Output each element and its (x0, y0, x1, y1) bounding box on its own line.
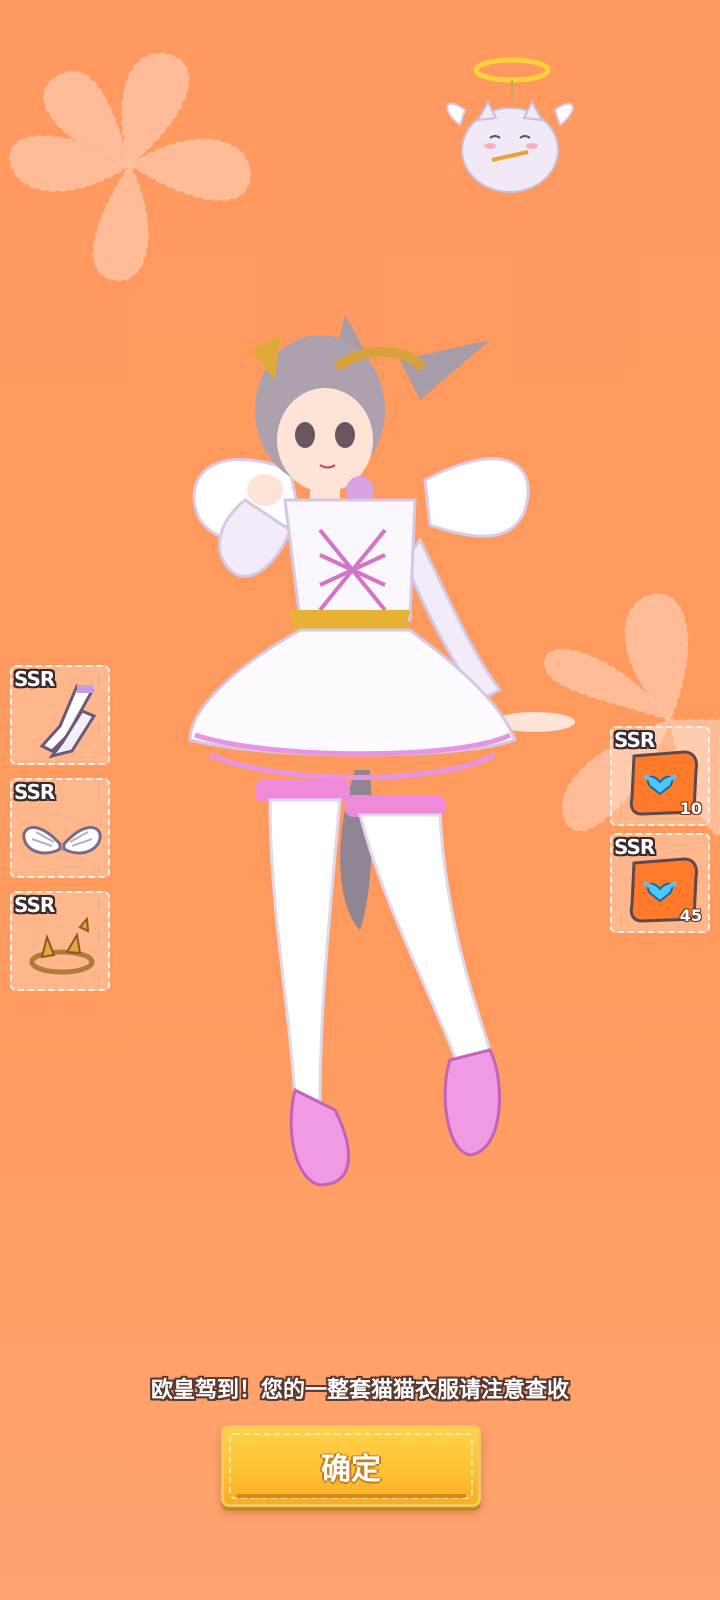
item-card-wings[interactable]: SSR (10, 778, 110, 878)
item-card-laurel[interactable]: SSR (10, 891, 110, 991)
item-count: 45 (679, 906, 702, 925)
confirm-button-label: 确定 (321, 1452, 381, 1487)
item-card-shirt-1[interactable]: SSR 10 (610, 726, 710, 826)
confirm-button[interactable]: 确定 (221, 1425, 481, 1507)
item-count: 10 (679, 799, 702, 818)
item-card-stockings[interactable]: SSR (10, 665, 110, 765)
reward-message: 欧皇驾到！您的一整套猫猫衣服请注意查收 (150, 1378, 569, 1403)
angel-wings-icon (22, 825, 102, 855)
stockings-icon (39, 684, 97, 759)
laurel-crown-icon (29, 916, 95, 975)
angel-catgirl-character (188, 315, 575, 1187)
item-card-shirt-2[interactable]: SSR 45 (610, 833, 710, 933)
flower-decoration-top-left (8, 52, 252, 282)
angel-cat-pet-icon (446, 57, 574, 193)
